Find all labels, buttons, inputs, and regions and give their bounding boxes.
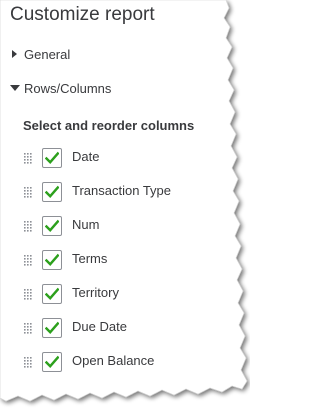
- column-checkbox[interactable]: [42, 216, 62, 236]
- column-label: Date: [72, 149, 100, 164]
- column-checkbox[interactable]: [42, 284, 62, 304]
- panel-title: Customize report: [10, 4, 155, 25]
- section-rows-columns[interactable]: Rows/Columns: [10, 79, 111, 97]
- column-list: Date Transaction Type Num Terms Territory Due…: [0, 145, 250, 383]
- column-checkbox[interactable]: [42, 182, 62, 202]
- drag-handle-icon[interactable]: [24, 221, 33, 233]
- column-label: Terms: [72, 251, 108, 266]
- section-general-label: General: [24, 46, 71, 62]
- caret-right-icon: [10, 49, 20, 59]
- drag-handle-icon[interactable]: [24, 289, 33, 301]
- column-item[interactable]: Terms: [0, 247, 250, 281]
- column-checkbox[interactable]: [42, 250, 62, 270]
- customize-report-panel: Customize report General Rows/Columns Se…: [0, 0, 250, 419]
- column-checkbox[interactable]: [42, 352, 62, 372]
- column-label: Due Date: [72, 319, 127, 334]
- column-item[interactable]: Date: [0, 145, 250, 179]
- column-checkbox[interactable]: [42, 148, 62, 168]
- drag-handle-icon[interactable]: [24, 323, 33, 335]
- drag-handle-icon[interactable]: [24, 255, 33, 267]
- section-rows-columns-label: Rows/Columns: [24, 80, 112, 96]
- column-item[interactable]: Open Balance: [0, 349, 250, 383]
- column-label: Territory: [72, 285, 119, 300]
- section-general[interactable]: General: [10, 45, 70, 63]
- column-item[interactable]: Territory: [0, 281, 250, 315]
- drag-handle-icon[interactable]: [24, 153, 33, 165]
- select-columns-heading: Select and reorder columns: [23, 118, 195, 133]
- drag-handle-icon[interactable]: [24, 187, 33, 199]
- column-item[interactable]: Num: [0, 213, 250, 247]
- column-label: Transaction Type: [72, 183, 171, 198]
- caret-down-icon: [10, 83, 20, 93]
- column-label: Num: [72, 217, 100, 232]
- column-item[interactable]: Due Date: [0, 315, 250, 349]
- column-checkbox[interactable]: [42, 318, 62, 338]
- drag-handle-icon[interactable]: [24, 357, 33, 369]
- column-item[interactable]: Transaction Type: [0, 179, 250, 213]
- column-label: Open Balance: [72, 353, 155, 368]
